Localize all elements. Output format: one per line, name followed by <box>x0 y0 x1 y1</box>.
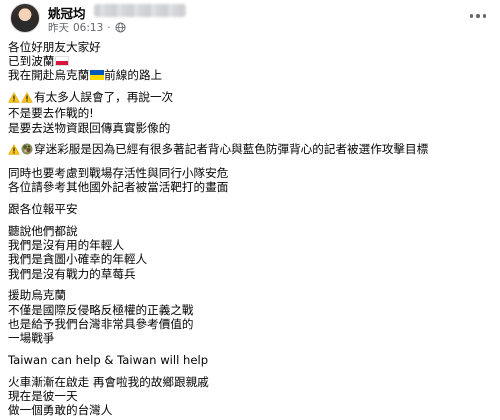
post-time[interactable]: 06:13 <box>73 22 103 34</box>
post-text-line: 援助烏克蘭 <box>8 288 492 302</box>
post-paragraph: 各位好朋友大家好 已到波蘭 我在開赴烏克蘭 前線的路上 <box>8 40 492 83</box>
post-text-line: 有太多人誤會了，再說一次 <box>8 90 492 106</box>
post-paragraph: 同時也要考慮到戰場存活性與同行小隊安危 各位請參考其他國外記者被當活靶打的畫面 <box>8 166 492 194</box>
post-time-prefix[interactable]: 昨天 <box>48 20 69 35</box>
post-text: 我們是沒有用的年輕人 <box>8 238 124 253</box>
post-paragraph: 跟各位報平安 <box>8 202 492 216</box>
post-text-line: 我在開赴烏克蘭 前線的路上 <box>8 68 492 82</box>
post-paragraph: 穿迷彩服是因為已經有很多著記者背心與藍色防彈背心的記者被選作攻擊目標 <box>8 142 492 158</box>
post-text: 援助烏克蘭 <box>8 288 66 303</box>
post-text-line: 火車漸漸在啟走 再會啦我的故鄉跟親戚 <box>8 375 492 389</box>
post-text-line: 各位好朋友大家好 <box>8 40 492 54</box>
post-text: Taiwan can help & Taiwan will help <box>8 352 209 367</box>
post-text-line: 不僅是國際反侵略反極權的正義之戰 <box>8 303 492 317</box>
facebook-post: 姚冠均 昨天 06:13 · 各位好朋友大家好 已到波蘭 我在開赴烏克蘭 前線的路上有… <box>0 0 500 420</box>
post-text-line: 已到波蘭 <box>8 54 492 68</box>
poland-flag-icon <box>55 56 70 67</box>
post-text: 是要去送物資跟回傳真實影像的 <box>8 120 171 135</box>
post-text: 我們是貪圖小確幸的年輕人 <box>8 252 148 267</box>
post-text: 火車漸漸在啟走 再會啦我的故鄉跟親戚 <box>8 374 209 389</box>
post-text-line: 是要去送物資跟回傳真實影像的 <box>8 121 492 135</box>
post-text-line: Taiwan can help & Taiwan will help <box>8 353 492 367</box>
post-text-line: 現在是彼一天 <box>8 389 492 403</box>
warning-icon <box>21 92 33 106</box>
warning-icon <box>8 92 20 106</box>
post-text: 不僅是國際反侵略反極權的正義之戰 <box>8 302 194 317</box>
post-text-line: 不是要去作戰的! <box>8 106 492 120</box>
post-text: 做一個勇敢的台灣人 <box>8 403 113 418</box>
post-paragraph: 援助烏克蘭 不僅是國際反侵略反極權的正義之戰 也是給予我們台灣非常具參考價值的 一場戰… <box>8 288 492 345</box>
post-text-line: 一場戰爭 <box>8 331 492 345</box>
ukraine-flag-icon <box>90 70 105 81</box>
more-options-icon[interactable] <box>468 6 488 26</box>
camouflage-icon <box>21 143 33 158</box>
post-text: 穿迷彩服是因為已經有很多著記者背心與藍色防彈背心的記者被選作攻擊目標 <box>34 142 429 157</box>
post-text-line: 各位請參考其他國外記者被當活靶打的畫面 <box>8 180 492 194</box>
post-paragraph: 有太多人誤會了，再說一次 不是要去作戰的! 是要去送物資跟回傳真實影像的 <box>8 90 492 135</box>
avatar[interactable] <box>10 3 40 33</box>
post-paragraph: 聽說他們都說 我們是沒有用的年輕人 我們是貪圖小確幸的年輕人 我們是沒有戰力的草莓兵 <box>8 224 492 281</box>
post-text: 也是給予我們台灣非常具參考價值的 <box>8 316 194 331</box>
post-text: 已到波蘭 <box>8 54 55 69</box>
post-text: 各位好朋友大家好 <box>8 40 101 54</box>
post-text: 不是要去作戰的! <box>8 106 94 121</box>
post-text-line: 也是給予我們台灣非常具參考價值的 <box>8 317 492 331</box>
post-text: 跟各位報平安 <box>8 202 78 217</box>
post-text: 一場戰爭 <box>8 331 55 346</box>
post-text-line: 穿迷彩服是因為已經有很多著記者背心與藍色防彈背心的記者被選作攻擊目標 <box>8 142 492 158</box>
post-text: 我在開赴烏克蘭 <box>8 68 90 83</box>
globe-icon[interactable] <box>115 22 126 33</box>
post-text-line: 聽說他們都說 <box>8 224 492 238</box>
post-text-line: 跟各位報平安 <box>8 202 492 216</box>
blurred-redaction <box>94 4 186 17</box>
post-body: 各位好朋友大家好 已到波蘭 我在開赴烏克蘭 前線的路上 有太多人誤會了，再說一次 不是要去… <box>8 40 492 420</box>
post-paragraph: 火車漸漸在啟走 再會啦我的故鄉跟親戚 現在是彼一天 做一個勇敢的台灣人 <box>8 375 492 418</box>
post-text-line: 同時也要考慮到戰場存活性與同行小隊安危 <box>8 166 492 180</box>
post-text: 我們是沒有戰力的草莓兵 <box>8 266 136 281</box>
post-text-line: 我們是沒有用的年輕人 <box>8 238 492 252</box>
post-paragraph: Taiwan can help & Taiwan will help <box>8 353 492 367</box>
post-text-line: 做一個勇敢的台灣人 <box>8 403 492 417</box>
post-text: 有太多人誤會了，再說一次 <box>34 90 174 105</box>
post-text-line: 我們是貪圖小確幸的年輕人 <box>8 252 492 266</box>
post-text: 各位請參考其他國外記者被當活靶打的畫面 <box>8 180 229 195</box>
post-text: 現在是彼一天 <box>8 388 78 403</box>
post-text: 前線的路上 <box>104 68 163 83</box>
post-meta: 昨天 06:13 · <box>48 20 126 35</box>
post-text: 聽說他們都說 <box>8 224 78 238</box>
post-header: 姚冠均 昨天 06:13 · <box>0 0 500 38</box>
post-text-line: 我們是沒有戰力的草莓兵 <box>8 267 492 281</box>
post-text: 同時也要考慮到戰場存活性與同行小隊安危 <box>8 166 229 181</box>
separator-dot: · <box>107 21 111 34</box>
warning-icon <box>8 144 20 158</box>
